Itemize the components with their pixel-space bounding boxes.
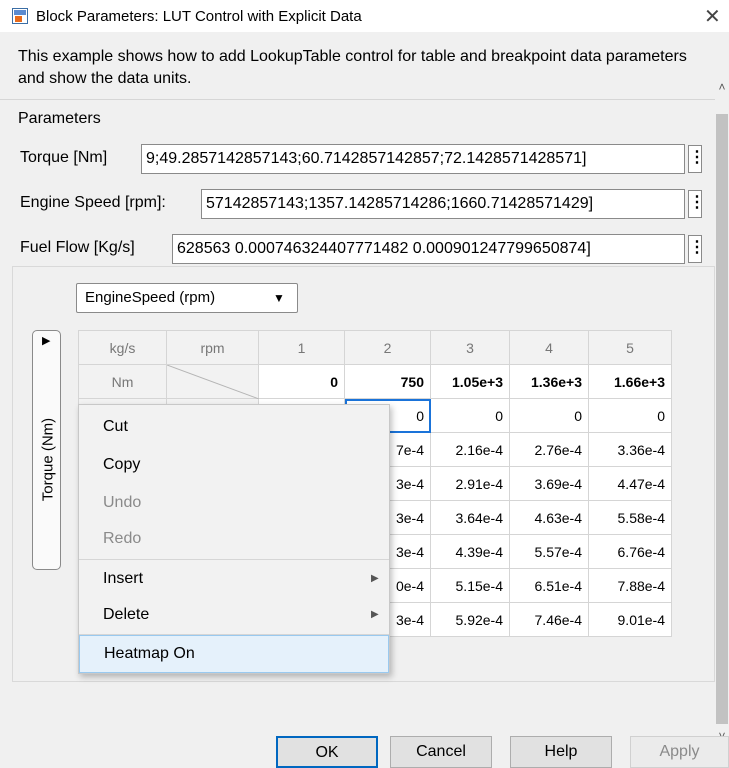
breakpoint-cell[interactable]: 750 [344, 364, 431, 399]
engine-speed-label: Engine Speed [rpm]: [20, 194, 166, 211]
menu-separator [79, 559, 389, 560]
menu-item-heatmap-on[interactable]: Heatmap On [79, 635, 389, 673]
table-cell[interactable]: 9.01e-4 [588, 602, 672, 637]
menu-item-delete[interactable]: Delete ▶ [79, 597, 389, 633]
column-axis-units-cell: rpm [166, 330, 259, 365]
table-cell[interactable]: 7.88e-4 [588, 568, 672, 603]
fuel-flow-field[interactable]: 628563 0.000746324407771482 0.0009012477… [172, 234, 685, 264]
fuel-flow-label: Fuel Flow [Kg/s] [20, 239, 135, 256]
context-menu: Cut Copy Undo Redo Insert ▶ Delete ▶ Hea… [78, 404, 390, 674]
menu-item-delete-label: Delete [103, 606, 150, 623]
torque-axis-label: Torque (Nm) [39, 417, 57, 502]
column-index: 4 [509, 330, 589, 365]
table-cell[interactable]: 4.47e-4 [588, 466, 672, 501]
simulink-block-icon [12, 8, 28, 24]
torque-field[interactable]: 9;49.2857142857143;60.7142857142857;72.1… [141, 144, 685, 174]
table-cell[interactable]: 0 [430, 398, 510, 433]
menu-item-undo[interactable]: Undo [79, 485, 389, 521]
table-cell[interactable]: 2.16e-4 [430, 432, 510, 467]
table-cell[interactable]: 7.46e-4 [509, 602, 589, 637]
chevron-down-icon: ▼ [273, 291, 285, 305]
column-index: 2 [344, 330, 431, 365]
scroll-up-icon[interactable]: ˄ [715, 80, 729, 94]
table-cell[interactable]: 5.92e-4 [430, 602, 510, 637]
table-cell[interactable]: 3.69e-4 [509, 466, 589, 501]
block-description: This example shows how to add LookupTabl… [18, 48, 687, 87]
table-cell[interactable]: 2.76e-4 [509, 432, 589, 467]
column-index: 3 [430, 330, 510, 365]
table-cell[interactable]: 3.36e-4 [588, 432, 672, 467]
vertical-scrollbar[interactable]: ˄ ˅ [715, 32, 729, 743]
torque-menu-icon[interactable]: ⋮ [688, 145, 705, 173]
breakpoint-cell[interactable]: 1.05e+3 [430, 364, 510, 399]
row-axis-units-cell: Nm [78, 364, 167, 399]
corner-cell [166, 364, 259, 399]
title-bar: Block Parameters: LUT Control with Expli… [0, 0, 729, 32]
menu-item-redo[interactable]: Redo [79, 521, 389, 557]
submenu-arrow-icon: ▶ [371, 609, 379, 620]
help-button[interactable]: Help [510, 736, 612, 768]
table-cell[interactable]: 6.51e-4 [509, 568, 589, 603]
parameters-heading: Parameters [18, 110, 101, 127]
dimension-select[interactable]: EngineSpeed (rpm) ▼ [76, 283, 298, 313]
fuel-flow-menu-icon[interactable]: ⋮ [688, 235, 705, 263]
torque-label: Torque [Nm] [20, 149, 108, 166]
menu-item-insert-label: Insert [103, 570, 144, 587]
breakpoint-cell[interactable]: 1.66e+3 [588, 364, 672, 399]
row-axis-toggle[interactable]: ▶ Torque (Nm) [32, 330, 61, 570]
submenu-arrow-icon: ▶ [371, 573, 379, 584]
scrollbar-thumb[interactable] [716, 114, 728, 724]
menu-item-cut[interactable]: Cut [79, 409, 389, 445]
table-row: kg/s rpm 1 2 3 4 5 [78, 330, 672, 365]
table-cell[interactable]: 4.63e-4 [509, 500, 589, 535]
breakpoint-cell[interactable]: 0 [258, 364, 345, 399]
engine-speed-field[interactable]: 57142857143;1357.14285714286;1660.714285… [201, 189, 685, 219]
engine-speed-menu-icon[interactable]: ⋮ [688, 190, 705, 218]
diagonal-line [167, 365, 259, 399]
column-index: 1 [258, 330, 345, 365]
table-row: Nm 0 750 1.05e+3 1.36e+3 1.66e+3 [78, 364, 672, 399]
window-title: Block Parameters: LUT Control with Expli… [36, 8, 362, 25]
table-cell[interactable]: 5.58e-4 [588, 500, 672, 535]
table-cell[interactable]: 0 [509, 398, 589, 433]
cancel-button[interactable]: Cancel [390, 736, 492, 768]
table-cell[interactable]: 3.64e-4 [430, 500, 510, 535]
apply-button[interactable]: Apply [630, 736, 729, 768]
table-cell[interactable]: 0 [588, 398, 672, 433]
table-cell[interactable]: 5.57e-4 [509, 534, 589, 569]
menu-item-copy[interactable]: Copy [79, 447, 389, 483]
expand-icon: ▶ [42, 335, 51, 347]
ok-button[interactable]: OK [276, 736, 378, 768]
column-index: 5 [588, 330, 672, 365]
table-cell[interactable]: 5.15e-4 [430, 568, 510, 603]
breakpoint-cell[interactable]: 1.36e+3 [509, 364, 589, 399]
table-cell[interactable]: 4.39e-4 [430, 534, 510, 569]
close-icon[interactable]: ✕ [704, 4, 721, 29]
divider [0, 99, 715, 100]
menu-item-insert[interactable]: Insert ▶ [79, 561, 389, 597]
table-cell[interactable]: 2.91e-4 [430, 466, 510, 501]
dimension-select-value: EngineSpeed (rpm) [85, 289, 216, 306]
table-cell[interactable]: 6.76e-4 [588, 534, 672, 569]
table-units-cell: kg/s [78, 330, 167, 365]
